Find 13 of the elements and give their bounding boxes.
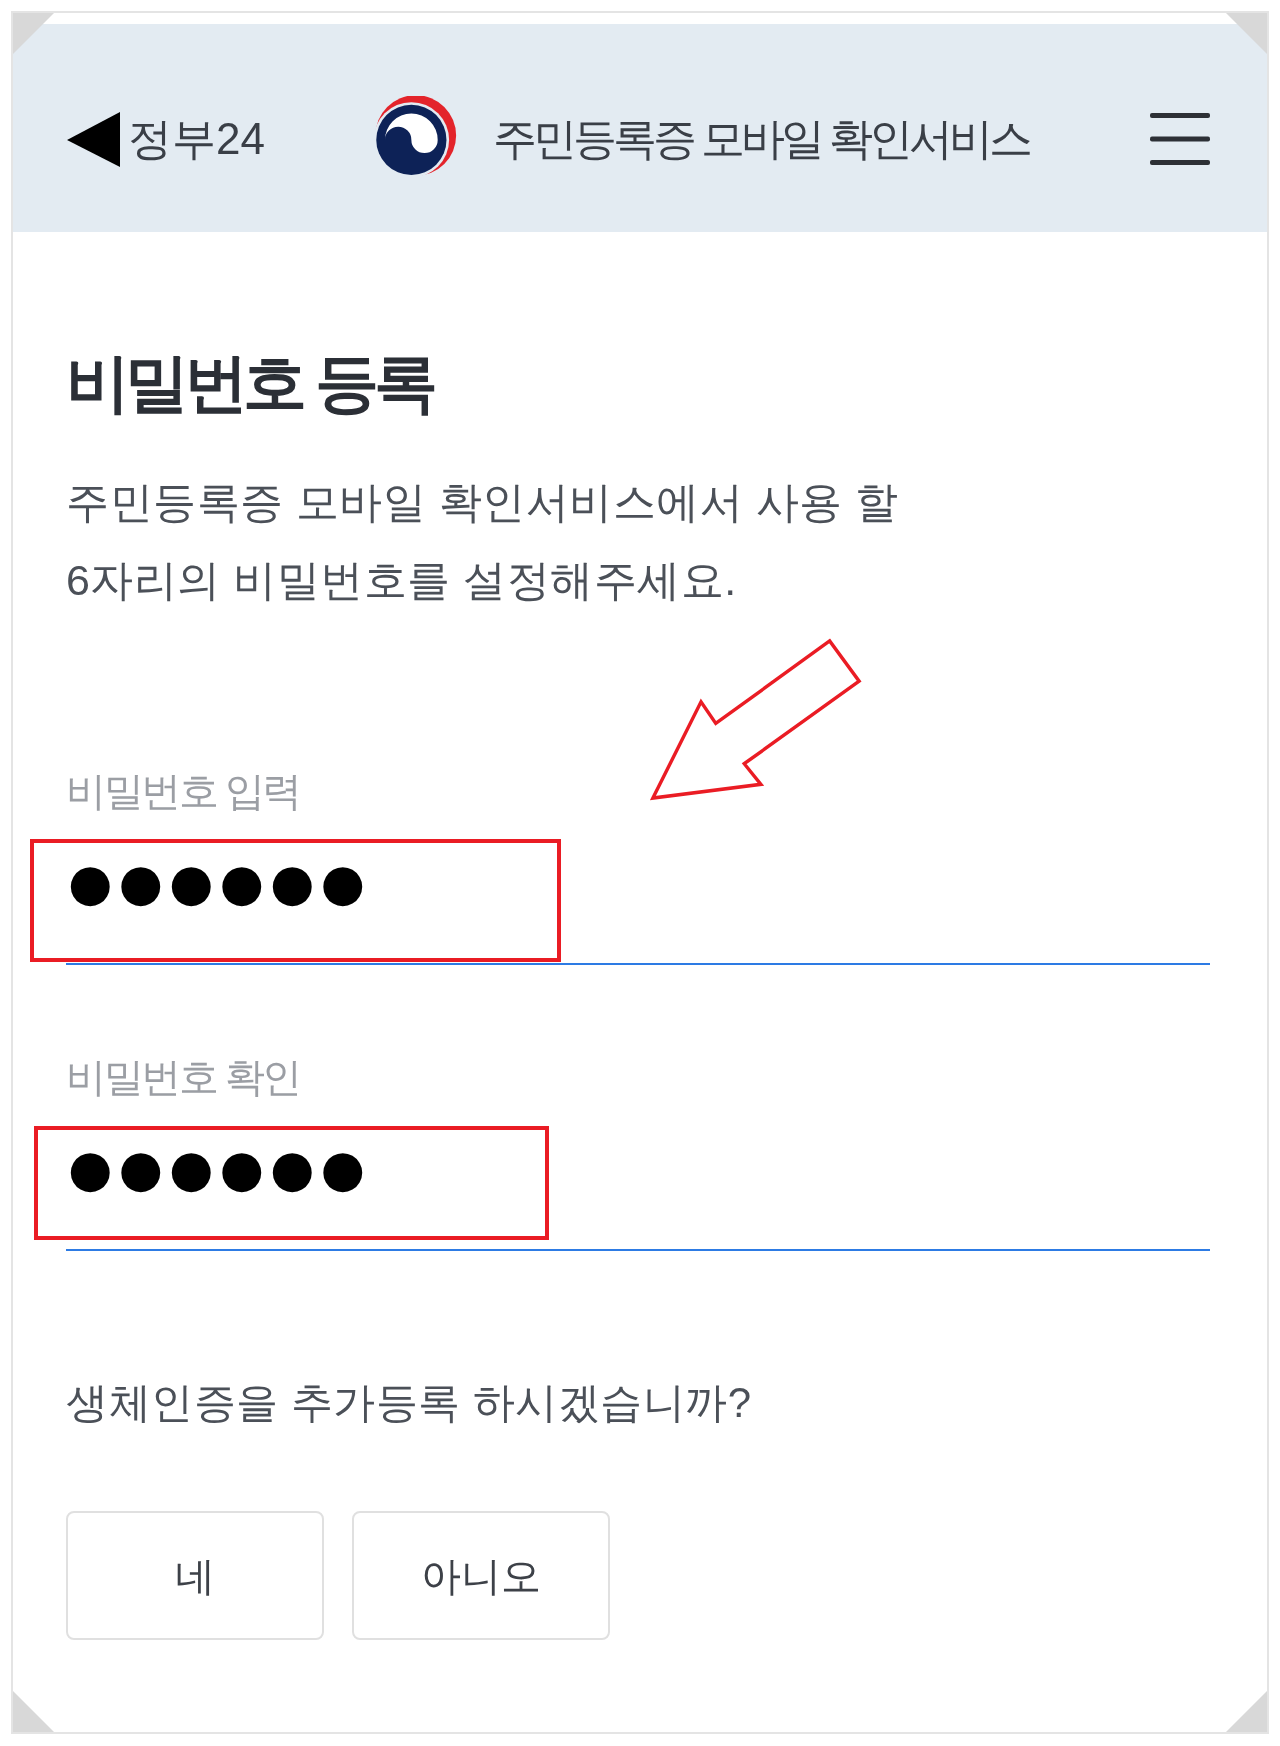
menu-icon[interactable] [1150, 113, 1210, 165]
choice-button[interactable]: 아니오 [352, 1511, 610, 1640]
choice-button[interactable]: 네 [66, 1511, 324, 1640]
password-field[interactable]: ●●●●●● [66, 853, 1210, 965]
instruction-text: 주민등록증 모바일 확인서비스에서 사용 할 6자리의 비밀번호를 설정해주세요. [66, 477, 900, 606]
service-title: 주민등록증 모바일 확인서비스 [493, 112, 1030, 165]
back-triangle-icon [67, 111, 120, 167]
field-label: 비밀번호 확인 [66, 1054, 300, 1101]
password-field[interactable]: ●●●●●● [66, 1139, 1210, 1251]
page-heading: 비밀번호 등록 [66, 346, 435, 421]
question-text: 생체인증을 추가등록 하시겠습니까? [66, 1378, 753, 1428]
back-link[interactable]: 정부24 [67, 111, 371, 167]
field-label: 비밀번호 입력 [66, 768, 300, 815]
